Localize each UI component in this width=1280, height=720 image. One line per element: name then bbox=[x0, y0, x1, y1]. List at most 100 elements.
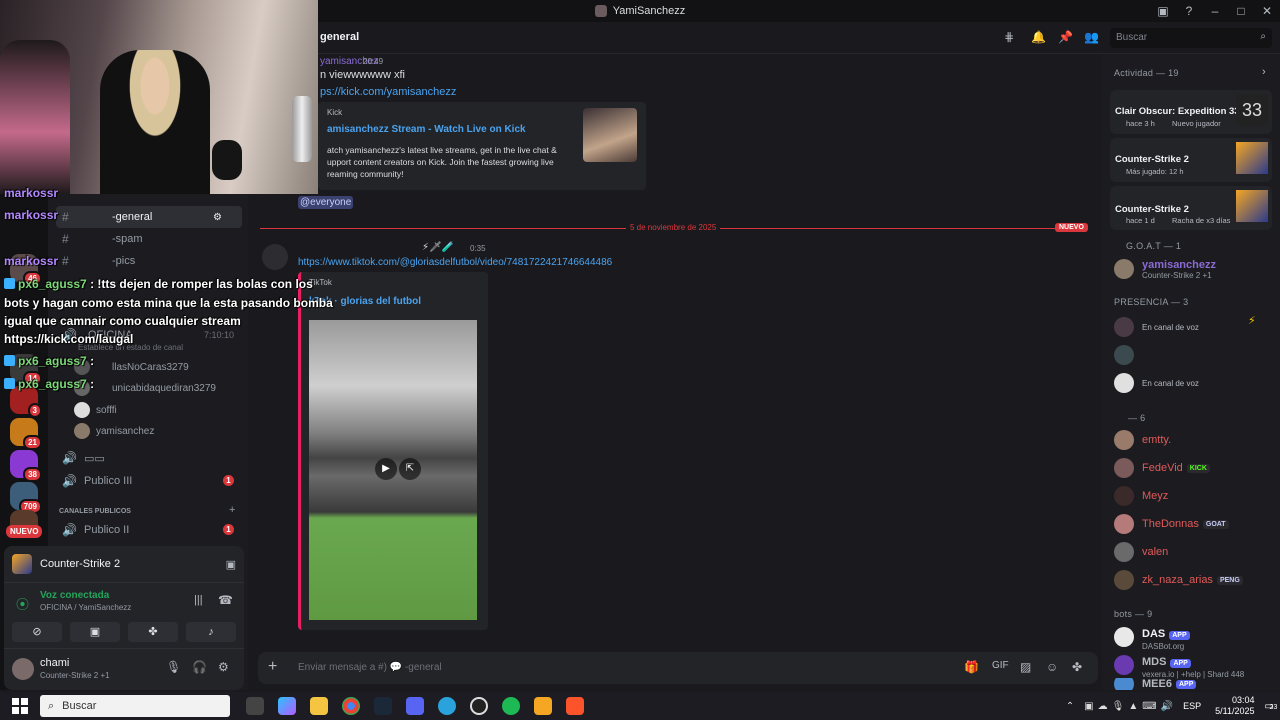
message-input[interactable]: Enviar mensaje a #) 💬 -general bbox=[298, 662, 442, 673]
voice-connected-path[interactable]: OFICINA / YamiSanchezz bbox=[40, 603, 131, 612]
voice-channel-publico-iii[interactable]: 🔊 Publico III 1 bbox=[56, 470, 242, 492]
member-row[interactable]: Meyz bbox=[1114, 483, 1168, 509]
member-row[interactable]: TheDonnas GOAT bbox=[1114, 511, 1229, 537]
members-icon[interactable]: 👥 bbox=[1084, 30, 1099, 44]
gif-icon[interactable]: GIF bbox=[992, 660, 1009, 671]
activity-card[interactable]: Clair Obscur: Expedition 33 hace 3 h Nue… bbox=[1110, 90, 1272, 134]
threads-icon[interactable]: ⋕ bbox=[1004, 30, 1014, 44]
search-input[interactable]: Buscar ⌕ bbox=[1110, 28, 1272, 48]
embed-title[interactable]: amisanchezz Stream - Watch Live on Kick bbox=[327, 124, 526, 135]
user-name[interactable]: chami bbox=[40, 657, 69, 669]
member-row[interactable]: DAS APP DASBot.org bbox=[1114, 624, 1190, 651]
camera-off-button[interactable]: ⊘ bbox=[12, 622, 62, 642]
tiktok-link[interactable]: https://www.tiktok.com/@gloriasdelfutbol… bbox=[298, 257, 612, 268]
member-row[interactable]: emtty. bbox=[1114, 427, 1171, 453]
voice-user[interactable]: yamisanchez bbox=[74, 421, 154, 441]
server-icon[interactable]: 38 bbox=[10, 450, 42, 482]
member-row[interactable]: En canal de voz bbox=[1114, 370, 1199, 396]
search-icon: ⌕ bbox=[1260, 31, 1266, 42]
chevron-right-icon[interactable]: › bbox=[1262, 66, 1266, 78]
start-icon[interactable] bbox=[12, 698, 28, 714]
tray-chevron-icon[interactable]: ⌃ bbox=[1066, 701, 1074, 712]
telegram-icon[interactable] bbox=[438, 697, 456, 715]
member-row[interactable]: MDS APP vexera.io | +help | Shard 448 bbox=[1114, 652, 1244, 679]
video-thumbnail[interactable]: ▶ ⇱ bbox=[309, 320, 477, 620]
voice-user[interactable]: unicabidaquediran3279 bbox=[74, 378, 216, 398]
obs-icon[interactable] bbox=[470, 697, 488, 715]
message-link[interactable]: ps://kick.com/yamisanchezz bbox=[320, 86, 456, 98]
language-indicator[interactable]: ESP bbox=[1183, 701, 1201, 711]
avatar bbox=[1114, 514, 1134, 534]
user-status[interactable]: Counter-Strike 2 +1 bbox=[40, 671, 110, 680]
inbox-icon[interactable]: ▣ bbox=[1150, 4, 1176, 18]
channel-pics[interactable]: # -pics bbox=[56, 250, 242, 272]
settings-icon[interactable]: ⚙ bbox=[218, 660, 229, 674]
avatar[interactable] bbox=[262, 244, 288, 270]
open-external-icon[interactable]: ⇱ bbox=[399, 458, 421, 480]
member-row[interactable]: valen bbox=[1114, 539, 1168, 565]
thermos bbox=[292, 96, 312, 162]
help-icon[interactable]: ? bbox=[1176, 4, 1202, 18]
pin-icon[interactable]: 📌 bbox=[1058, 30, 1073, 44]
clock[interactable]: 03:04 5/11/2025 bbox=[1215, 695, 1254, 717]
steam-icon[interactable] bbox=[374, 697, 392, 715]
share-screen-button[interactable]: ▣ bbox=[70, 622, 120, 642]
member-row[interactable]: FedeVid KICK bbox=[1114, 455, 1210, 481]
task-view-icon[interactable] bbox=[246, 697, 264, 715]
disconnect-icon[interactable]: ☎ bbox=[218, 593, 233, 607]
channel-general[interactable]: # -general ⚙ bbox=[56, 206, 242, 228]
channel-spam[interactable]: # -spam bbox=[56, 228, 242, 250]
member-row[interactable]: yamisanchezz Counter-Strike 2 +1 bbox=[1114, 256, 1216, 282]
activity-card[interactable]: Counter-Strike 2 Más jugado: 12 h bbox=[1110, 138, 1272, 182]
embed-description: atch yamisanchezz's latest live streams,… bbox=[327, 145, 557, 179]
microphone-icon[interactable]: 🎙 bbox=[166, 660, 181, 674]
discord-icon[interactable] bbox=[406, 697, 424, 715]
member-row[interactable]: zk_naza_arias PENG bbox=[1114, 567, 1243, 593]
taskbar-search[interactable]: ⌕ Buscar bbox=[40, 695, 230, 717]
close-button[interactable]: ✕ bbox=[1254, 4, 1280, 18]
activities-button[interactable]: ✤ bbox=[128, 622, 178, 642]
sticker-icon[interactable]: ▨ bbox=[1020, 660, 1031, 674]
add-channel-icon[interactable]: + bbox=[229, 504, 235, 516]
gift-icon[interactable]: 🎁 bbox=[964, 660, 979, 674]
activity-header[interactable]: Actividad — 19 bbox=[1114, 68, 1179, 78]
voice-user[interactable]: sofffi bbox=[74, 400, 117, 420]
chrome-icon[interactable] bbox=[342, 697, 360, 715]
voice-channel-misc[interactable]: 🔊 ▭▭ bbox=[56, 447, 242, 469]
emoji-icon[interactable]: ☺ bbox=[1046, 660, 1058, 674]
headphones-icon[interactable]: 🎧 bbox=[192, 660, 207, 674]
apps-icon[interactable]: ✤ bbox=[1072, 660, 1082, 674]
minimize-button[interactable]: – bbox=[1202, 4, 1228, 18]
member-row[interactable]: MEE6 APP bbox=[1114, 678, 1197, 690]
add-attachment-icon[interactable]: + bbox=[268, 658, 277, 676]
member-row[interactable] bbox=[1114, 342, 1142, 368]
notification-icon[interactable]: ▭ 23 bbox=[1265, 701, 1278, 712]
voice-channel-publico-ii[interactable]: 🔊 Publico II 1 bbox=[56, 519, 242, 541]
avatar bbox=[1114, 317, 1134, 337]
server-icon[interactable]: 709 bbox=[10, 482, 42, 514]
voice-connected-label[interactable]: Voz conectada bbox=[40, 590, 109, 601]
activity-card[interactable]: Counter-Strike 2 hace 1 d Racha de x3 dí… bbox=[1110, 186, 1272, 230]
brave-icon[interactable] bbox=[566, 697, 584, 715]
noise-suppression-icon[interactable]: ||| bbox=[194, 594, 203, 606]
tray-icons[interactable]: ▣☁🎙▲⌨🔊 bbox=[1084, 701, 1177, 712]
spotify-icon[interactable] bbox=[502, 697, 520, 715]
gaming-chair bbox=[0, 40, 70, 194]
play-icon[interactable]: ▶ bbox=[375, 458, 397, 480]
notifications-icon[interactable]: 🔔 bbox=[1031, 30, 1046, 44]
copilot-icon[interactable] bbox=[278, 697, 296, 715]
message-timestamp: 0:35 bbox=[470, 244, 486, 253]
member-row[interactable]: En canal de voz bbox=[1114, 314, 1199, 340]
soundboard-button[interactable]: ♪ bbox=[186, 622, 236, 642]
mention-everyone[interactable]: @everyone bbox=[298, 196, 354, 209]
game-activity[interactable]: Counter-Strike 2 ▣ bbox=[12, 552, 236, 576]
maximize-button[interactable]: □ bbox=[1228, 4, 1254, 18]
add-member-icon[interactable]: ⚙ bbox=[213, 212, 222, 223]
server-icon[interactable]: 21 bbox=[10, 418, 42, 450]
signal-icon[interactable]: ⦿ bbox=[16, 594, 29, 613]
screen-share-icon[interactable]: ▣ bbox=[226, 558, 236, 571]
app-icon[interactable] bbox=[534, 697, 552, 715]
avatar[interactable] bbox=[12, 658, 34, 680]
category-header[interactable]: CANALES PUBLICOS bbox=[59, 508, 131, 515]
file-explorer-icon[interactable] bbox=[310, 697, 328, 715]
